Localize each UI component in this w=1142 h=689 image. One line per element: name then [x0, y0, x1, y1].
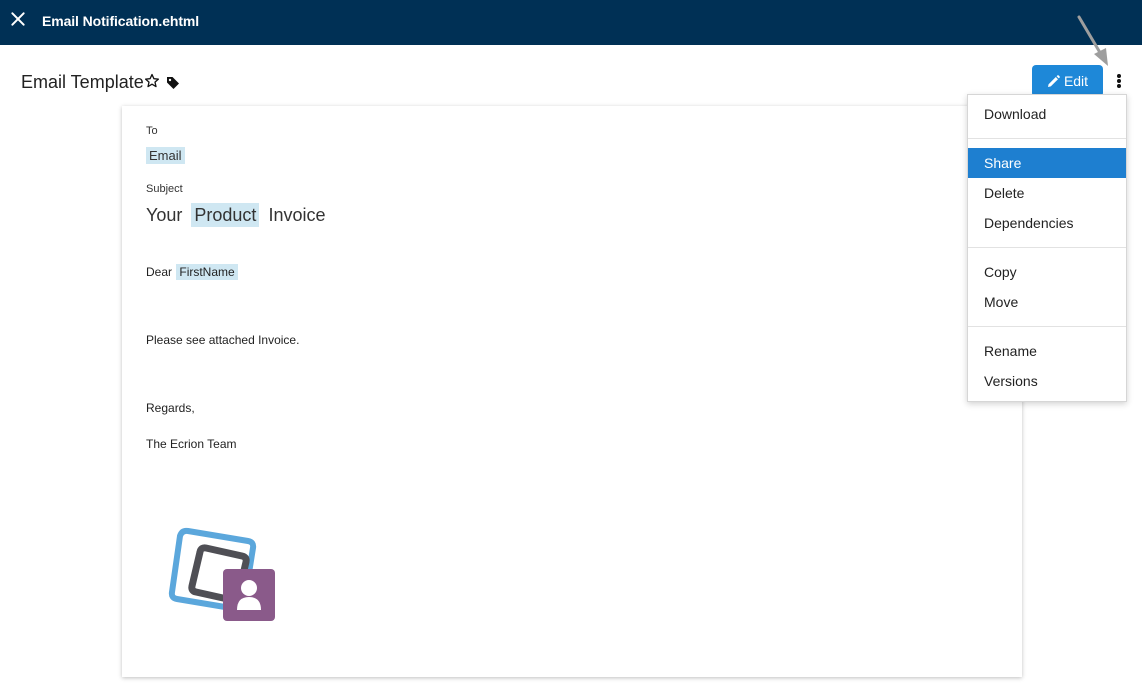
menu-item-share[interactable]: Share — [968, 148, 1126, 178]
edit-button-label: Edit — [1063, 73, 1089, 89]
email-preview-card: To Email Subject Your Product Invoice De… — [122, 106, 1022, 677]
menu-divider — [968, 138, 1126, 139]
to-field: Email — [146, 147, 185, 164]
more-vertical-icon[interactable] — [1112, 72, 1126, 90]
closing-line: Regards, — [146, 401, 195, 415]
close-icon[interactable] — [8, 9, 28, 29]
pointer-arrow-icon — [1077, 15, 1108, 66]
subject-text-after: Invoice — [268, 205, 326, 225]
logo-icon — [168, 527, 275, 621]
firstname-field-chip: FirstName — [176, 264, 238, 280]
more-actions-menu: Download Share Delete Dependencies Copy … — [967, 94, 1127, 402]
subject-line: Your Product Invoice — [146, 203, 326, 227]
menu-item-rename[interactable]: Rename — [968, 336, 1126, 366]
menu-item-copy[interactable]: Copy — [968, 257, 1126, 287]
menu-divider — [968, 326, 1126, 327]
menu-item-versions[interactable]: Versions — [968, 366, 1126, 396]
greeting-line: Dear FirstName — [146, 264, 238, 280]
edit-button[interactable]: Edit — [1032, 65, 1103, 97]
star-icon[interactable] — [144, 73, 160, 89]
page-title: Email Template — [21, 72, 144, 92]
menu-item-delete[interactable]: Delete — [968, 178, 1126, 208]
tag-icon[interactable] — [166, 76, 180, 90]
pencil-icon — [1047, 74, 1060, 87]
menu-item-download[interactable]: Download — [968, 99, 1126, 129]
to-field-chip: Email — [146, 147, 185, 164]
greeting-text: Dear — [146, 265, 173, 279]
to-label: To — [146, 125, 158, 137]
subject-label: Subject — [146, 183, 183, 195]
subject-field-chip: Product — [191, 203, 260, 227]
subject-text-before: Your — [146, 205, 183, 225]
menu-divider — [968, 247, 1126, 248]
top-bar: Email Notification.ehtml — [0, 0, 1142, 45]
signature-line: The Ecrion Team — [146, 437, 237, 451]
window-title: Email Notification.ehtml — [42, 13, 200, 29]
menu-item-dependencies[interactable]: Dependencies — [968, 208, 1126, 238]
menu-item-move[interactable]: Move — [968, 287, 1126, 317]
body-line: Please see attached Invoice. — [146, 333, 300, 347]
